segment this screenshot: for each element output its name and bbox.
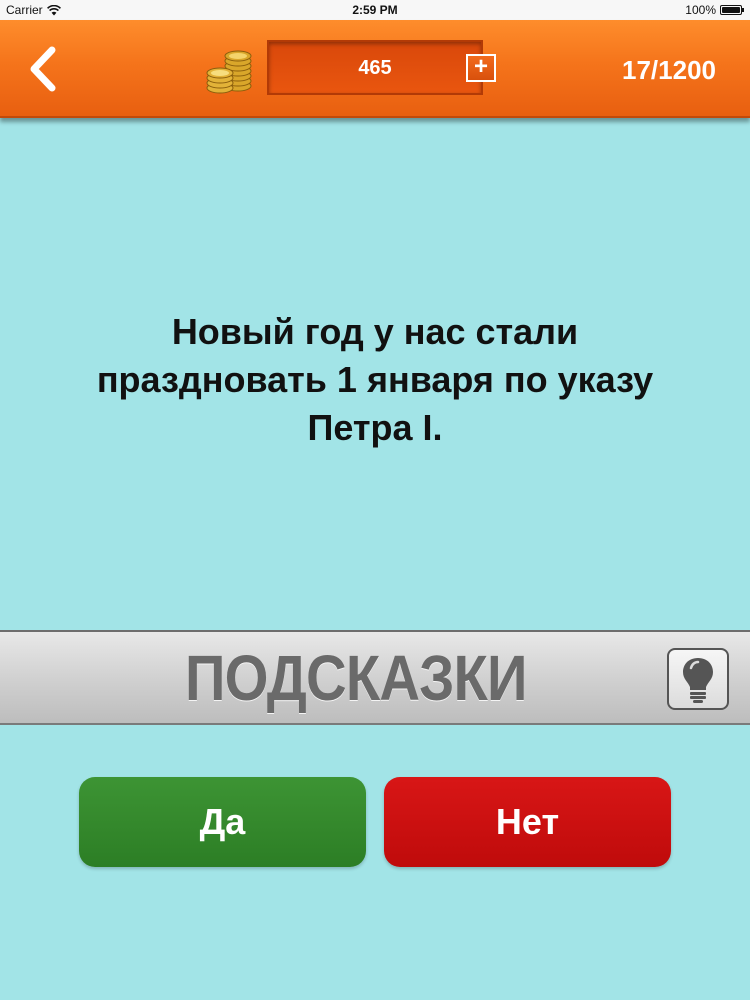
status-time: 2:59 PM xyxy=(352,3,398,17)
hints-label: ПОДСКАЗКИ xyxy=(185,642,527,714)
status-bar: Carrier 2:59 PM 100% xyxy=(0,0,750,20)
answer-no-button[interactable]: Нет xyxy=(384,777,671,867)
hints-bar[interactable]: ПОДСКАЗКИ xyxy=(0,630,750,725)
lightbulb-icon xyxy=(683,658,713,703)
back-button[interactable] xyxy=(22,44,66,94)
battery-icon xyxy=(720,5,744,15)
battery-group: 100% xyxy=(685,3,744,17)
coin-counter: 465 xyxy=(267,40,483,95)
add-coins-button[interactable]: + xyxy=(466,54,496,82)
level-progress: 17/1200 xyxy=(622,55,716,85)
answer-yes-button[interactable]: Да xyxy=(79,777,366,867)
battery-percent: 100% xyxy=(685,3,716,17)
hint-button[interactable] xyxy=(667,648,729,710)
question-text: Новый год у нас стали праздновать 1 янва… xyxy=(96,311,654,448)
coins-stack-icon xyxy=(206,50,252,94)
top-nav-bar: 465 + 17/1200 xyxy=(0,20,750,118)
coin-balance: 465 xyxy=(358,57,392,79)
chevron-left-icon xyxy=(30,46,56,92)
